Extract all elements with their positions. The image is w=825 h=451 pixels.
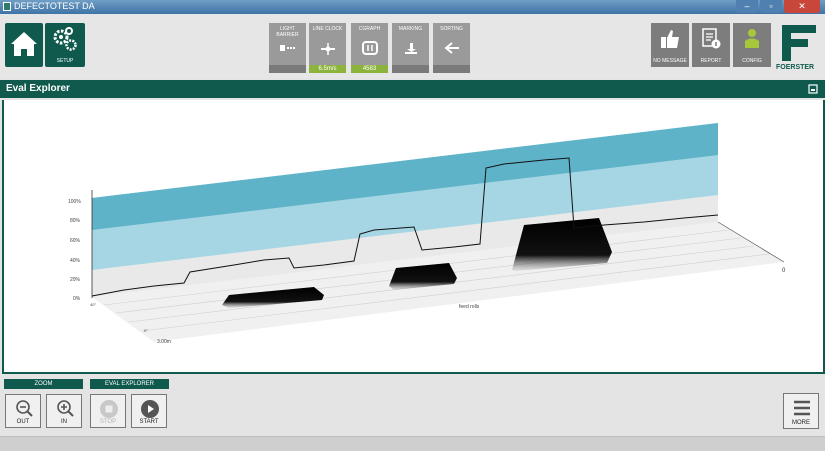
start-button[interactable]: START bbox=[131, 394, 167, 428]
foerster-logo-icon bbox=[782, 25, 816, 61]
marking-label: MARKING bbox=[398, 26, 423, 32]
menu-icon bbox=[794, 400, 810, 416]
zoom-out-label: OUT bbox=[16, 419, 30, 425]
y-tick-label: 40% bbox=[70, 258, 81, 264]
gear-icon bbox=[53, 27, 77, 51]
minimize-button[interactable]: – bbox=[736, 0, 758, 13]
window-title: DEFECTOTEST DA bbox=[14, 1, 95, 11]
more-label: MORE bbox=[792, 420, 810, 426]
zoom-in-label: IN bbox=[61, 419, 67, 425]
status-bar bbox=[0, 436, 825, 451]
start-label: START bbox=[139, 419, 159, 425]
left-mark-1: 40° bbox=[90, 302, 96, 307]
line-clock-label: LINE CLOCK bbox=[312, 26, 343, 32]
no-message-button[interactable]: NO MESSAGE bbox=[651, 23, 689, 67]
report-button[interactable]: REPORT bbox=[692, 23, 730, 67]
light-barrier-label: LIGHT BARRIER bbox=[276, 26, 299, 38]
logo-text: FOERSTER bbox=[776, 64, 815, 71]
marking-button[interactable]: MARKING bbox=[392, 23, 429, 73]
depth-label: 3.00m bbox=[157, 339, 171, 345]
marking-icon bbox=[405, 43, 417, 54]
setup-button[interactable]: SETUP bbox=[45, 23, 85, 67]
eval-explorer-header: Eval Explorer bbox=[0, 80, 825, 98]
y-tick-labels: 100% 80% 60% 40% 20% 0% bbox=[68, 199, 81, 302]
light-barrier-icon bbox=[280, 45, 296, 51]
feed-rolls-label: feed rolls bbox=[459, 304, 480, 310]
zoom-out-icon bbox=[16, 400, 33, 417]
report-icon bbox=[702, 28, 721, 49]
config-user-icon bbox=[745, 29, 759, 48]
main-toolbar: SETUP LIGHT BARRIER LINE CLOCK 6.5m/s CG… bbox=[0, 14, 825, 78]
line-clock-value: 6.5m/s bbox=[309, 65, 346, 73]
y-tick-label: 20% bbox=[70, 277, 81, 283]
window-titlebar: DEFECTOTEST DA – ▫ ✕ bbox=[0, 0, 825, 14]
zoom-in-icon bbox=[57, 400, 74, 417]
no-message-label: NO MESSAGE bbox=[653, 58, 687, 64]
eval-plot-panel: 100% 80% 60% 40% 20% 0% 0 feed rolls 3.0… bbox=[2, 100, 825, 374]
left-mark-2: 0° bbox=[144, 328, 148, 333]
sorting-value bbox=[433, 65, 470, 73]
stop-label: STOP bbox=[99, 419, 117, 425]
close-button[interactable]: ✕ bbox=[784, 0, 820, 13]
cgraph-icon bbox=[362, 41, 378, 55]
sorting-label: SORTING bbox=[440, 26, 463, 32]
window-restore-icon[interactable] bbox=[808, 84, 818, 94]
page-title: Eval Explorer bbox=[6, 83, 70, 94]
stop-button[interactable]: STOP bbox=[90, 394, 126, 428]
maximize-button[interactable]: ▫ bbox=[760, 0, 782, 13]
light-barrier-button[interactable]: LIGHT BARRIER bbox=[269, 23, 306, 73]
cgraph-value: 4583 bbox=[351, 65, 388, 73]
stop-icon bbox=[100, 400, 118, 418]
sorting-button[interactable]: SORTING bbox=[433, 23, 470, 73]
eval-explorer-group-label: EVAL EXPLORER bbox=[90, 379, 169, 389]
light-barrier-value bbox=[269, 65, 306, 73]
marking-value bbox=[392, 65, 429, 73]
config-button[interactable]: CONFIG bbox=[733, 23, 771, 67]
home-button[interactable] bbox=[5, 23, 43, 67]
cgraph-label: CGRAPH bbox=[358, 26, 381, 32]
setup-label: SETUP bbox=[56, 58, 74, 64]
y-tick-label: 0% bbox=[73, 296, 81, 302]
y-tick-label: 60% bbox=[70, 238, 81, 244]
play-icon bbox=[141, 400, 159, 418]
line-clock-icon bbox=[321, 43, 335, 55]
y-tick-label: 100% bbox=[68, 199, 81, 205]
zoom-group-label: ZOOM bbox=[4, 379, 83, 389]
more-button[interactable]: MORE bbox=[783, 393, 819, 429]
home-icon bbox=[11, 32, 37, 56]
foerster-logo: FOERSTER bbox=[776, 23, 820, 75]
line-clock-button[interactable]: LINE CLOCK 6.5m/s bbox=[309, 23, 346, 73]
zoom-in-button[interactable]: IN bbox=[46, 394, 82, 428]
report-label: REPORT bbox=[700, 58, 722, 64]
zoom-out-button[interactable]: OUT bbox=[5, 394, 41, 428]
y-tick-label: 80% bbox=[70, 218, 81, 224]
config-label: CONFIG bbox=[742, 58, 762, 64]
thumbs-up-icon bbox=[661, 30, 679, 48]
arrow-left-icon bbox=[444, 42, 459, 54]
cgraph-button[interactable]: CGRAPH 4583 bbox=[351, 23, 388, 73]
eval-3d-plot[interactable]: 100% 80% 60% 40% 20% 0% 0 feed rolls 3.0… bbox=[4, 100, 819, 370]
app-icon bbox=[3, 2, 11, 11]
axis-zero-label: 0 bbox=[782, 268, 786, 274]
